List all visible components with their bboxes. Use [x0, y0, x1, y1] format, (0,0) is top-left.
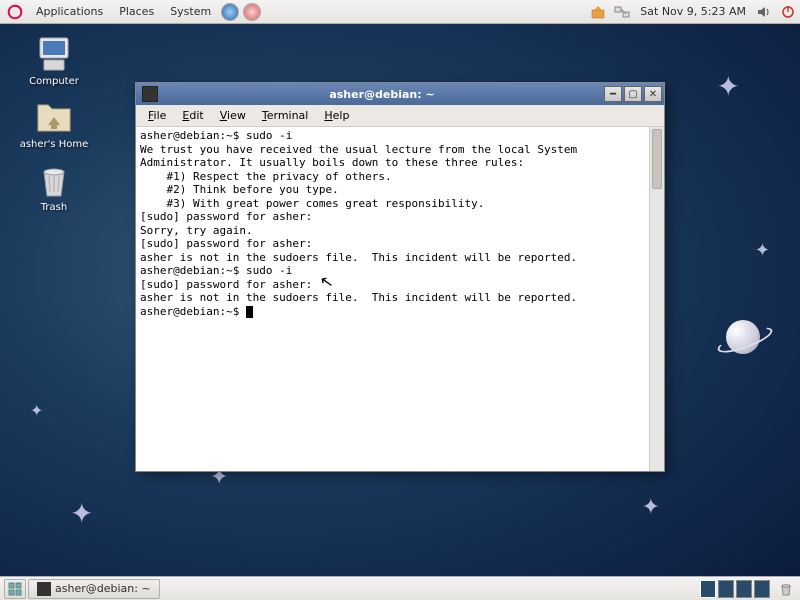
terminal-line: We trust you have received the usual lec…	[140, 143, 660, 157]
menu-system[interactable]: System	[162, 0, 219, 24]
terminal-line: asher is not in the sudoers file. This i…	[140, 251, 660, 265]
workspace-1[interactable]	[700, 580, 716, 598]
menu-view[interactable]: View	[212, 107, 254, 124]
workspace-4[interactable]	[754, 580, 770, 598]
terminal-line: asher@debian:~$	[140, 305, 660, 319]
clock[interactable]: Sat Nov 9, 5:23 AM	[634, 5, 752, 18]
maximize-button[interactable]: ▢	[624, 86, 642, 102]
terminal-window[interactable]: asher@debian: ~ ━ ▢ ✕ File Edit View Ter…	[135, 82, 665, 472]
terminal-line: #2) Think before you type.	[140, 183, 660, 197]
terminal-line: [sudo] password for asher:	[140, 210, 660, 224]
terminal-line: asher is not in the sudoers file. This i…	[140, 291, 660, 305]
desktop-icon-computer[interactable]: Computer	[14, 34, 94, 87]
terminal-line: asher@debian:~$ sudo -i	[140, 129, 660, 143]
network-icon[interactable]	[612, 2, 632, 22]
debian-logo-icon[interactable]	[6, 3, 24, 21]
planet-decoration	[726, 320, 760, 354]
terminal-line: #1) Respect the privacy of others.	[140, 170, 660, 184]
workspace-switcher[interactable]	[700, 580, 770, 598]
top-panel: Applications Places System Sat Nov 9, 5:…	[0, 0, 800, 24]
panel-applet-icon[interactable]	[243, 3, 261, 21]
terminal-menubar: File Edit View Terminal Help	[136, 105, 664, 127]
terminal-line: [sudo] password for asher:	[140, 278, 660, 292]
workspace-3[interactable]	[736, 580, 752, 598]
folder-home-icon	[34, 97, 74, 137]
desktop-icon-home[interactable]: asher's Home	[14, 97, 94, 150]
menu-applications[interactable]: Applications	[28, 0, 111, 24]
terminal-icon	[37, 582, 51, 596]
shutdown-icon[interactable]	[778, 2, 798, 22]
panel-applet-icon[interactable]	[221, 3, 239, 21]
desktop-icon-label: asher's Home	[20, 139, 89, 150]
scrollbar-thumb[interactable]	[652, 129, 662, 189]
star-decoration: ✦	[642, 495, 660, 520]
desktop-icon-label: Trash	[41, 202, 67, 213]
menu-file[interactable]: File	[140, 107, 174, 124]
desktop-icon-label: Computer	[29, 76, 79, 87]
terminal-line: Administrator. It usually boils down to …	[140, 156, 660, 170]
desktop-icon-trash[interactable]: Trash	[14, 160, 94, 213]
terminal-scrollbar[interactable]	[649, 127, 664, 471]
close-button[interactable]: ✕	[644, 86, 662, 102]
menu-edit[interactable]: Edit	[174, 107, 211, 124]
terminal-icon	[142, 86, 158, 102]
terminal-line: asher@debian:~$ sudo -i	[140, 264, 660, 278]
minimize-button[interactable]: ━	[604, 86, 622, 102]
terminal-line: #3) With great power comes great respons…	[140, 197, 660, 211]
terminal-line: [sudo] password for asher:	[140, 237, 660, 251]
show-desktop-button[interactable]	[4, 579, 26, 599]
menu-terminal[interactable]: Terminal	[254, 107, 317, 124]
update-notifier-icon[interactable]	[588, 2, 608, 22]
star-decoration: ✦	[717, 70, 740, 103]
volume-icon[interactable]	[754, 2, 774, 22]
terminal-line: Sorry, try again.	[140, 224, 660, 238]
menu-places[interactable]: Places	[111, 0, 162, 24]
terminal-cursor	[246, 306, 253, 318]
desktop-icons-area: Computer asher's Home Trash	[14, 34, 94, 213]
menu-help[interactable]: Help	[316, 107, 357, 124]
window-title: asher@debian: ~	[162, 88, 602, 101]
window-titlebar[interactable]: asher@debian: ~ ━ ▢ ✕	[136, 83, 664, 105]
star-decoration: ✦	[30, 401, 43, 420]
terminal-output[interactable]: asher@debian:~$ sudo -iWe trust you have…	[136, 127, 664, 471]
trash-applet-icon[interactable]	[776, 579, 796, 599]
star-decoration: ✦	[70, 497, 93, 530]
taskbar-item-terminal[interactable]: asher@debian: ~	[28, 579, 160, 599]
star-decoration: ✦	[755, 240, 770, 261]
taskbar-item-label: asher@debian: ~	[55, 582, 151, 595]
workspace-2[interactable]	[718, 580, 734, 598]
bottom-panel: asher@debian: ~	[0, 576, 800, 600]
trash-icon	[34, 160, 74, 200]
computer-icon	[34, 34, 74, 74]
